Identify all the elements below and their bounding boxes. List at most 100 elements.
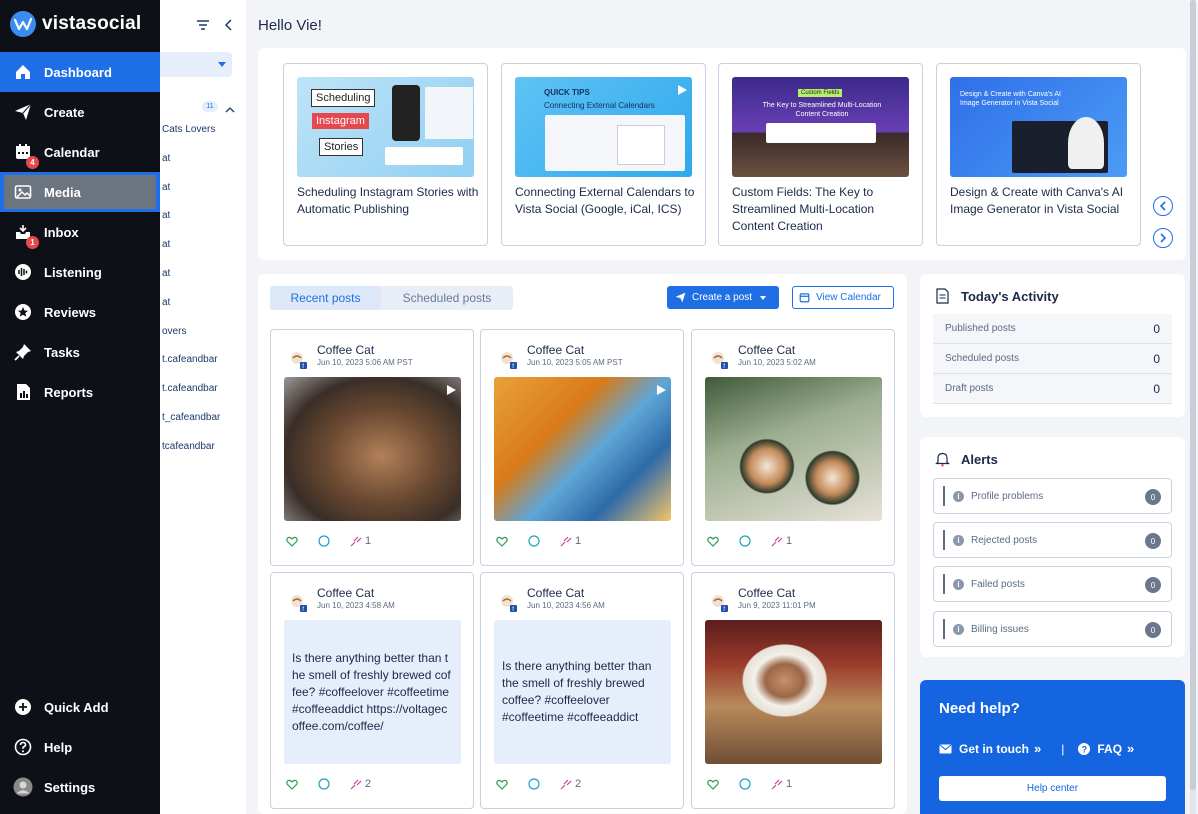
profile-group-dropdown[interactable] [160,52,232,77]
paper-plane-icon [675,292,686,303]
heart-icon[interactable] [496,536,518,547]
sidebar-item-inbox[interactable]: 1 Inbox [0,212,160,252]
sidebar-item-reports[interactable]: Reports [0,372,160,412]
post-time: Jun 10, 2023 5:06 AM PST [317,358,413,367]
thumb-text: Connecting External Calendars [544,101,655,110]
sidebar-item-label: Tasks [44,344,80,360]
divider: | [1061,741,1065,756]
heart-icon[interactable] [286,536,308,547]
post-card[interactable]: f Coffee Cat Jun 10, 2023 4:58 AM Is the… [270,572,474,809]
dialog-mockup [617,125,665,165]
filter-icon[interactable] [197,18,209,36]
reach-count: 1 [365,535,372,547]
scrollbar[interactable] [1190,0,1196,814]
faq-link[interactable]: FAQ [1097,742,1122,756]
profile-item[interactable]: at [162,153,170,164]
reach-icon[interactable]: 2 [560,778,591,790]
tab-recent-posts[interactable]: Recent posts [270,286,381,310]
scrollbar-thumb[interactable] [1190,0,1196,790]
profile-item[interactable]: Cats Lovers [162,124,215,135]
tab-scheduled-posts[interactable]: Scheduled posts [381,286,513,310]
profile-item[interactable]: t_cafeandbar [162,412,220,423]
tip-card[interactable]: Custom Fields The Key to Streamlined Mul… [718,63,923,246]
post-time: Jun 10, 2023 5:05 AM PST [527,358,623,367]
heart-icon[interactable] [707,779,729,790]
post-time: Jun 10, 2023 5:02 AM [738,358,816,367]
tip-title: Design & Create with Canva's AI Image Ge… [950,185,1124,216]
alert-rejected-posts[interactable]: i Rejected posts 0 [933,522,1172,558]
comment-icon[interactable] [739,535,761,547]
alert-billing-issues[interactable]: i Billing issues 0 [933,611,1172,647]
post-card[interactable]: f Coffee Cat Jun 10, 2023 5:02 AM 1 [691,329,895,566]
heart-icon[interactable] [707,536,729,547]
panda-graphic [1068,117,1104,169]
sidebar-item-quick-add[interactable]: Quick Add [0,687,160,727]
heart-icon[interactable] [496,779,518,790]
thumb-text: The Key to Streamlined Multi-Location Co… [762,102,882,118]
comment-icon[interactable] [528,778,550,790]
profile-item[interactable]: at [162,182,170,193]
alert-failed-posts[interactable]: i Failed posts 0 [933,566,1172,602]
calendar-badge: 4 [26,156,39,169]
tip-card[interactable]: Scheduling Instagram Stories Scheduling … [283,63,488,246]
activity-label: Scheduled posts [945,353,1019,364]
activity-row-scheduled[interactable]: Scheduled posts 0 [933,344,1172,374]
tip-thumbnail: Scheduling Instagram Stories [297,77,474,177]
post-card[interactable]: f Coffee Cat Jun 10, 2023 4:56 AM Is the… [480,572,684,809]
reach-count: 1 [575,535,582,547]
sidebar-item-settings[interactable]: Settings [0,767,160,807]
post-card[interactable]: f Coffee Cat Jun 10, 2023 5:05 AM PST 1 [480,329,684,566]
sidebar-item-tasks[interactable]: Tasks [0,332,160,372]
post-card[interactable]: f Coffee Cat Jun 9, 2023 11:01 PM 1 [691,572,895,809]
alert-profile-problems[interactable]: i Profile problems 0 [933,478,1172,514]
post-card[interactable]: f Coffee Cat Jun 10, 2023 5:06 AM PST 1 [270,329,474,566]
profile-item[interactable]: t.cafeandbar [162,354,218,365]
reach-count: 1 [786,535,793,547]
brand[interactable]: vistasocial [10,10,141,38]
get-in-touch-link[interactable]: Get in touch [959,742,1029,756]
profile-item[interactable]: t.cafeandbar [162,383,218,394]
profile-item[interactable]: overs [162,326,186,337]
carousel-prev-button[interactable] [1153,196,1173,216]
image-icon [12,181,34,203]
tip-card[interactable]: Design & Create with Canva's AI Image Ge… [936,63,1141,246]
comment-icon[interactable] [739,778,761,790]
reach-count: 2 [575,778,582,790]
reach-icon[interactable]: 1 [350,535,381,547]
sidebar-item-label: Reports [44,384,94,400]
sidebar-item-dashboard[interactable]: Dashboard [0,52,160,92]
profile-item[interactable]: at [162,239,170,250]
profiles-panel: 11 Cats Lovers at at at at at at overs t… [160,0,246,814]
chevron-up-icon[interactable] [225,101,235,119]
sidebar-item-create[interactable]: Create [0,92,160,132]
view-calendar-button[interactable]: View Calendar [792,286,894,309]
comment-icon[interactable] [528,535,550,547]
profile-item[interactable]: at [162,297,170,308]
create-post-button[interactable]: Create a post [667,286,779,309]
collapse-chevron-icon[interactable] [224,18,232,36]
comment-icon[interactable] [318,535,340,547]
heart-icon[interactable] [286,779,308,790]
activity-row-published[interactable]: Published posts 0 [933,314,1172,344]
reach-icon[interactable]: 1 [771,535,802,547]
profile-item[interactable]: at [162,268,170,279]
carousel-next-button[interactable] [1153,228,1173,248]
play-icon [655,383,667,401]
comment-icon[interactable] [318,778,340,790]
activity-row-drafts[interactable]: Draft posts 0 [933,374,1172,404]
sidebar-item-listening[interactable]: Listening [0,252,160,292]
profile-item[interactable]: at [162,210,170,221]
thumb-text: Instagram [312,113,369,129]
sidebar-item-label: Calendar [44,144,100,160]
reach-icon[interactable]: 2 [350,778,381,790]
help-center-button[interactable]: Help center [939,776,1166,801]
reach-count: 1 [786,778,793,790]
profile-item[interactable]: tcafeandbar [162,441,215,452]
sidebar-item-reviews[interactable]: Reviews [0,292,160,332]
reach-icon[interactable]: 1 [560,535,591,547]
sidebar-item-calendar[interactable]: 4 Calendar [0,132,160,172]
tip-card[interactable]: QUICK TIPS Connecting External Calendars… [501,63,706,246]
sidebar-item-media[interactable]: Media [0,172,160,212]
sidebar-item-help[interactable]: Help [0,727,160,767]
reach-icon[interactable]: 1 [771,778,802,790]
